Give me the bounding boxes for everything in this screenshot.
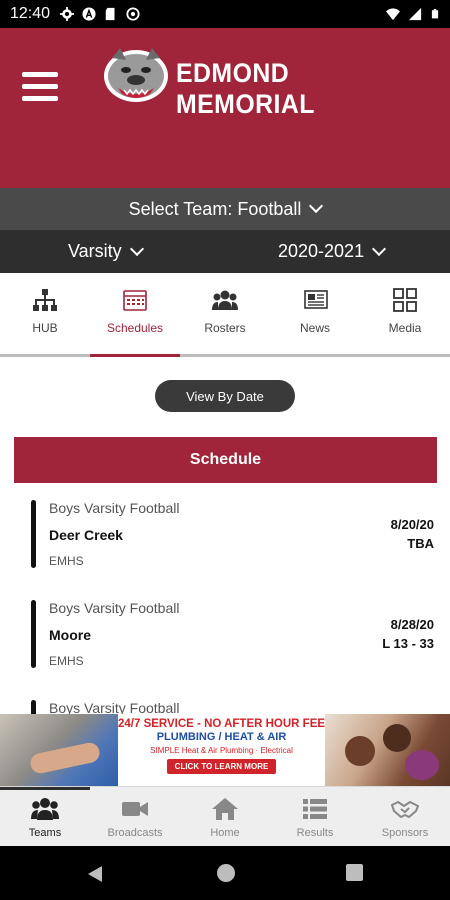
ad-brand-logo: SIMPLE Heat & Air Plumbing · Electrical xyxy=(150,746,293,755)
users-icon xyxy=(31,798,59,820)
system-navigation-bar xyxy=(0,846,450,900)
nav-sponsors[interactable]: Sponsors xyxy=(360,787,450,846)
house-icon xyxy=(212,798,238,820)
home-circle-icon[interactable] xyxy=(217,864,235,882)
game-result: TBA xyxy=(407,536,434,551)
nav-broadcasts[interactable]: Broadcasts xyxy=(90,787,180,846)
app-screen: 12:40 EDMOND MEMORIAL Select Team: Footb… xyxy=(0,0,450,900)
chevron-down-icon xyxy=(309,198,324,214)
school-name: EDMOND MEMORIAL xyxy=(176,58,315,119)
game-opponent: Deer Creek xyxy=(49,527,123,543)
newspaper-icon xyxy=(304,290,328,309)
group-icon xyxy=(212,290,238,310)
app-header: EDMOND MEMORIAL xyxy=(0,28,450,188)
tab-schedules[interactable]: Schedules xyxy=(90,273,180,357)
tab-rosters[interactable]: Rosters xyxy=(180,273,270,354)
nav-label: Teams xyxy=(28,827,62,839)
hierarchy-icon xyxy=(33,289,57,311)
chevron-down-icon xyxy=(372,241,387,256)
game-opponent: Moore xyxy=(49,627,91,643)
settings-gear-icon xyxy=(60,7,75,21)
nav-results[interactable]: Results xyxy=(270,787,360,846)
grid-icon xyxy=(393,288,417,312)
season-dropdown[interactable]: 2020-2021 xyxy=(278,241,387,262)
nav-teams[interactable]: Teams xyxy=(0,787,90,846)
status-time: 12:40 xyxy=(10,5,51,22)
game-location: EMHS xyxy=(49,654,84,668)
calendar-icon xyxy=(123,290,147,311)
battery-icon xyxy=(431,9,439,19)
filter-bar: Varsity 2020-2021 xyxy=(0,230,450,273)
bottom-navigation: Teams Broadcasts Home Results Sponsors xyxy=(0,786,450,846)
cell-signal-icon xyxy=(408,7,422,21)
status-system-icons xyxy=(386,7,440,21)
team-selector-label: Select Team: xyxy=(128,198,233,219)
nav-label: Results xyxy=(296,827,334,839)
ad-plumber-image xyxy=(0,714,118,786)
game-team: Boys Varsity Football xyxy=(49,500,180,516)
ad-family-image xyxy=(325,714,450,786)
tab-label: News xyxy=(299,321,330,335)
ad-banner[interactable]: 24/7 SERVICE - NO AFTER HOUR FEES PLUMBI… xyxy=(0,714,450,786)
status-notification-icons xyxy=(60,7,140,21)
back-icon[interactable] xyxy=(86,865,104,883)
recents-square-icon[interactable] xyxy=(346,864,363,881)
game-location: EMHS xyxy=(49,554,84,568)
menu-icon[interactable] xyxy=(22,72,58,102)
nav-home[interactable]: Home xyxy=(180,787,270,846)
game-team: Boys Varsity Football xyxy=(49,600,180,616)
level-dropdown[interactable]: Varsity xyxy=(68,241,144,262)
handshake-icon xyxy=(391,801,419,818)
sd-card-icon xyxy=(105,7,115,21)
tab-label: Schedules xyxy=(106,321,164,335)
nav-label: Home xyxy=(210,827,240,839)
list-item[interactable]: Boys Varsity Football Deer Creek EMHS 8/… xyxy=(0,495,450,595)
tab-media[interactable]: Media xyxy=(360,273,450,354)
season-value: 2020-2021 xyxy=(278,241,365,261)
ad-headline: 24/7 SERVICE - NO AFTER HOUR FEES xyxy=(118,718,333,730)
tab-hub[interactable]: HUB xyxy=(0,273,90,354)
video-camera-icon xyxy=(122,802,148,816)
tab-label: Media xyxy=(388,321,422,335)
bulldog-logo xyxy=(104,48,168,102)
list-icon xyxy=(303,799,327,819)
ad-subheadline: PLUMBING / HEAT & AIR xyxy=(156,731,287,743)
game-date: 8/20/20 xyxy=(390,517,434,532)
ad-cta-button[interactable]: CLICK TO LEARN MORE xyxy=(166,759,277,774)
team-selector[interactable]: Select Team: Football xyxy=(0,188,450,230)
section-tabs: HUB Schedules Rosters News Media xyxy=(0,273,450,357)
tab-news[interactable]: News xyxy=(270,273,360,354)
list-item[interactable]: Boys Varsity Football Moore EMHS 8/28/20… xyxy=(0,595,450,695)
status-bar: 12:40 xyxy=(0,0,450,28)
wifi-icon xyxy=(386,8,400,21)
schedule-header: Schedule xyxy=(14,437,437,483)
chevron-down-icon xyxy=(129,241,144,256)
blocked-circle-icon xyxy=(126,7,140,21)
tab-label: Rosters xyxy=(204,321,246,335)
game-marker xyxy=(31,600,36,668)
ad-text-panel: 24/7 SERVICE - NO AFTER HOUR FEES PLUMBI… xyxy=(118,714,333,786)
tab-label: HUB xyxy=(32,321,58,335)
view-by-date-button[interactable]: View By Date xyxy=(155,380,295,412)
team-selector-value: Football xyxy=(237,198,302,219)
a-circle-icon xyxy=(82,7,96,21)
game-marker xyxy=(31,500,36,568)
game-result: L 13 - 33 xyxy=(382,636,434,651)
game-date: 8/28/20 xyxy=(390,617,434,632)
level-value: Varsity xyxy=(68,241,122,261)
nav-label: Sponsors xyxy=(381,827,429,839)
nav-label: Broadcasts xyxy=(107,827,163,839)
